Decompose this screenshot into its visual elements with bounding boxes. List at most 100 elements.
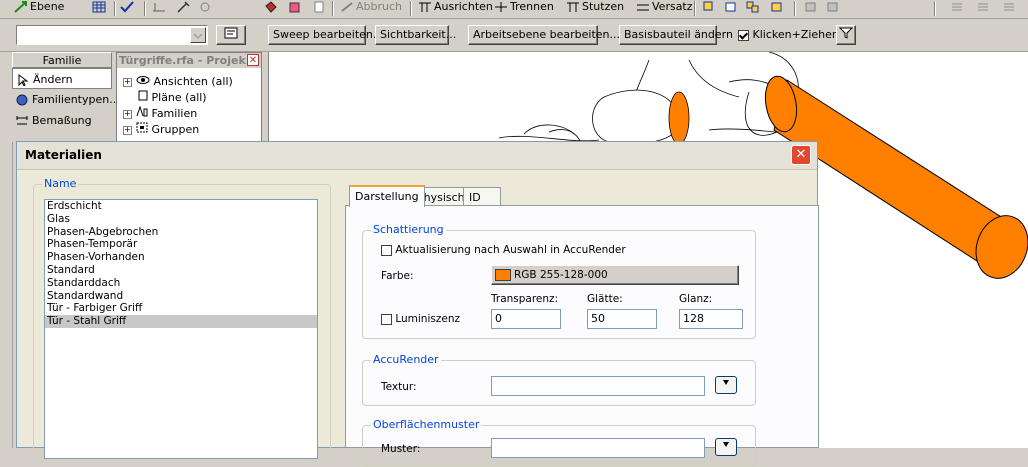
arrow-down-icon (723, 380, 729, 385)
check-button[interactable] (120, 0, 136, 16)
families-icon (136, 105, 148, 117)
expand-icon[interactable]: + (123, 125, 132, 135)
accu-update-option[interactable]: Aktualisierung nach Auswahl in AccuRende… (381, 244, 626, 256)
schattierung-group: Schattierung Aktualisierung nach Auswahl… (362, 223, 756, 339)
material-item[interactable]: Erdschicht (45, 200, 317, 213)
dimension-icon (16, 116, 28, 125)
arbeitsebene-bearbeiten-button[interactable]: Arbeitsebene bearbeiten... (468, 25, 620, 45)
abbruch-button[interactable]: Abbruch (340, 0, 402, 16)
tool-button-4[interactable] (702, 0, 718, 16)
versatz-label: Versatz (652, 0, 693, 13)
dialog-title: Materialien (25, 148, 102, 162)
accu-update-checkbox[interactable] (381, 244, 392, 256)
paint-button[interactable] (264, 0, 280, 16)
square-icon (725, 2, 736, 12)
expand-icon[interactable]: + (123, 109, 132, 119)
glaette-input[interactable]: 50 (587, 309, 657, 329)
klicken-ziehen-toggle[interactable]: Klicken+Ziehen (738, 28, 839, 41)
filter-button[interactable] (836, 25, 856, 45)
muster-label: Muster: (381, 443, 421, 455)
align-icon (419, 2, 431, 12)
family-item-bemassung[interactable]: Bemaßung (12, 110, 112, 131)
tool-button-12[interactable] (1002, 0, 1018, 16)
options-bar: Sweep bearbeiten... Sichtbarkeit... Arbe… (0, 19, 1028, 52)
textur-input[interactable] (491, 376, 705, 396)
tab-darstellung[interactable]: Darstellung (349, 185, 425, 207)
muster-input[interactable] (491, 438, 705, 458)
tool-button-5[interactable] (724, 0, 740, 16)
tool-icon (200, 2, 210, 12)
tree-item-ansichten[interactable]: + Ansichten (all) (123, 74, 233, 89)
tool-button-8[interactable] (804, 0, 820, 16)
stutzen-button[interactable]: Stutzen (566, 0, 624, 16)
name-group: Name Erdschicht Glas Phasen-Abgebrochen … (33, 177, 331, 459)
ebene-button[interactable]: Ebene (14, 0, 64, 16)
tree-item-familien[interactable]: + Familien (123, 105, 198, 121)
stutzen-label: Stutzen (582, 0, 625, 13)
transparenz-input[interactable]: 0 (491, 309, 561, 329)
klicken-ziehen-checkbox[interactable] (738, 29, 749, 41)
tree-item-gruppen[interactable]: + Gruppen (123, 122, 199, 137)
tool-button-9[interactable] (826, 0, 842, 16)
expand-icon[interactable]: + (123, 77, 132, 87)
tool-button-1[interactable] (152, 0, 168, 16)
sheet-icon (138, 90, 148, 101)
family-types-icon (16, 94, 28, 106)
material-item[interactable]: Standardwand (45, 290, 317, 303)
tool-button-2[interactable] (198, 0, 214, 16)
versatz-button[interactable]: Versatz (636, 0, 693, 16)
muster-browse-button[interactable] (715, 438, 737, 456)
tab-id[interactable]: ID (463, 187, 501, 207)
family-item-aendern[interactable]: Ändern (12, 68, 112, 89)
cut-button[interactable] (288, 0, 304, 16)
eye-icon (136, 76, 150, 84)
arrow-cursor-icon (18, 74, 29, 86)
dialog-title-bar: Materialien ✕ (17, 142, 817, 170)
material-item[interactable]: Standarddach (45, 277, 317, 290)
close-icon[interactable]: ✕ (247, 54, 259, 66)
tool-button-6[interactable] (746, 0, 762, 16)
tool-button-11[interactable] (976, 0, 992, 16)
tool-button-10[interactable] (950, 0, 966, 16)
sweep-bearbeiten-button[interactable]: Sweep bearbeiten... (268, 25, 383, 45)
properties-button[interactable] (216, 25, 246, 45)
material-item[interactable]: Tür - Farbiger Griff (45, 302, 317, 315)
basisbauteil-aendern-button[interactable]: Basisbauteil ändern (619, 25, 733, 45)
properties-icon (224, 27, 238, 39)
accurender-group: AccuRender Textur: (362, 353, 756, 406)
chevron-down-icon[interactable] (190, 27, 206, 43)
material-item[interactable]: Phasen-Temporär (45, 238, 317, 251)
tool-button-3[interactable] (312, 0, 328, 16)
lumineszenz-checkbox[interactable] (381, 313, 392, 325)
cut-icon (289, 2, 300, 13)
project-browser-title-text: Türgriffe.rfa - Projek... (119, 54, 259, 67)
tree-item-plaene[interactable]: Pläne (all) (138, 90, 207, 105)
lumineszenz-label: Luminiszenz (395, 313, 460, 325)
material-item[interactable]: Phasen-Vorhanden (45, 251, 317, 264)
type-selector-combo[interactable] (16, 25, 208, 45)
ausrichten-label: Ausrichten (434, 0, 493, 13)
farbe-color-button[interactable]: RGB 255-128-000 (491, 265, 739, 285)
tool-button-7[interactable] (770, 0, 786, 16)
oberflaeche-label: Oberflächenmuster (371, 418, 482, 431)
pipette-button[interactable] (176, 0, 192, 16)
material-item[interactable]: Glas (45, 213, 317, 226)
material-item[interactable]: Phasen-Abgebrochen (45, 226, 317, 239)
glanz-input[interactable]: 128 (679, 309, 743, 329)
ausrichten-button[interactable]: Ausrichten (418, 0, 493, 16)
trennen-button[interactable]: Trennen (494, 0, 554, 16)
tree-item-label: Familien (151, 107, 198, 120)
dialog-close-icon[interactable]: ✕ (791, 145, 811, 165)
material-item[interactable]: Standard (45, 264, 317, 277)
material-item-selected[interactable]: Tür - Stahl Griff (45, 315, 317, 328)
materials-list[interactable]: Erdschicht Glas Phasen-Abgebrochen Phase… (44, 199, 318, 459)
grid-button[interactable] (92, 0, 108, 16)
lumineszenz-option[interactable]: Luminiszenz (381, 313, 460, 325)
sichtbarkeit-button[interactable]: Sichtbarkeit... (375, 25, 456, 45)
materials-dialog: Materialien ✕ Name Erdschicht Glas Phase… (16, 141, 819, 467)
name-group-label: Name (42, 177, 79, 190)
textur-browse-button[interactable] (715, 376, 737, 394)
family-item-familientypen[interactable]: Familientypen... (12, 89, 120, 110)
glanz-label: Glanz: (679, 293, 713, 305)
grid-icon (92, 1, 106, 13)
